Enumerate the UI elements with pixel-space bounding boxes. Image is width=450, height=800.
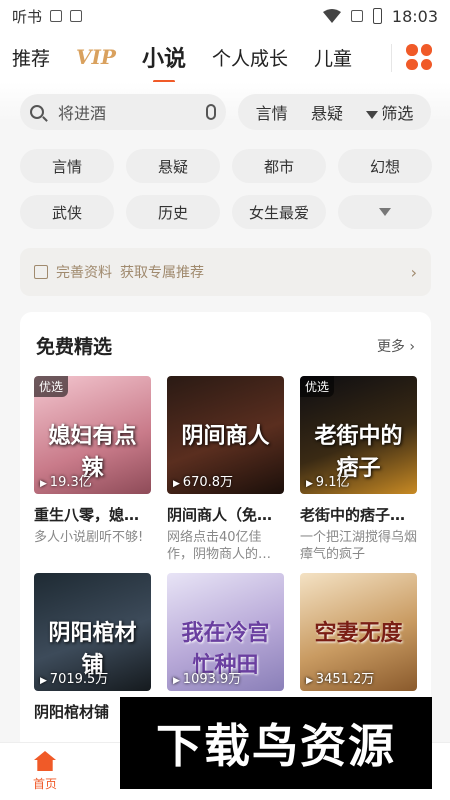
play-count: 9.1亿 xyxy=(306,471,350,490)
play-count: 19.3亿 xyxy=(40,471,92,490)
section-title: 免费精选 xyxy=(36,336,113,358)
more-link[interactable]: 更多 › xyxy=(377,336,415,356)
genre-chips: 言情 悬疑 都市 幻想 武侠 历史 女生最爱 xyxy=(20,149,432,229)
book-description: 网络点击40亿佳作，阴物商人的… xyxy=(167,530,272,562)
book-description: 一个把江湖搅得乌烟瘴气的疯子 xyxy=(300,530,417,562)
tab-vip[interactable]: VIP xyxy=(76,45,116,69)
play-count: 3451.2万 xyxy=(306,668,375,687)
cover-title: 阴间商人 xyxy=(181,423,270,449)
shield-icon xyxy=(50,10,63,22)
nav-home[interactable]: 首页 xyxy=(10,751,80,792)
tab-recommend[interactable]: 推荐 xyxy=(12,44,50,71)
category-grid-icon[interactable] xyxy=(406,44,432,70)
home-icon xyxy=(34,751,56,771)
no-sim-icon xyxy=(350,10,363,22)
complete-profile-banner[interactable]: 完善资料 获取专属推荐 › xyxy=(20,248,431,296)
book-title: 阴间商人（免… xyxy=(167,506,273,524)
cover-title: 空妻无度 xyxy=(314,620,403,646)
search-input[interactable]: 将进酒 xyxy=(20,94,226,130)
play-count: 670.8万 xyxy=(173,471,233,490)
genre-chip[interactable]: 武侠 xyxy=(20,195,114,229)
book-cover[interactable]: 优选 老街中的痞子 9.1亿 xyxy=(300,376,417,494)
funnel-icon xyxy=(366,110,379,119)
filter-suspense[interactable]: 悬疑 xyxy=(311,100,343,124)
book-description: 多人小说剧听不够! xyxy=(34,530,144,545)
genre-chip[interactable]: 幻想 xyxy=(338,149,432,183)
nav-home-label: 首页 xyxy=(32,777,57,791)
search-icon xyxy=(30,105,44,119)
search-placeholder: 将进酒 xyxy=(58,104,107,123)
book-cover[interactable]: 优选 媳妇有点辣 19.3亿 xyxy=(34,376,151,494)
book-cover[interactable]: 空妻无度 3451.2万 xyxy=(300,573,417,691)
tabs-divider xyxy=(391,44,392,72)
microphone-icon[interactable] xyxy=(206,104,216,120)
chevron-right-icon: › xyxy=(410,262,417,282)
book-cover[interactable]: 阴间商人 670.8万 xyxy=(167,376,284,494)
status-bar: 听书 18:03 xyxy=(0,0,450,32)
filter-romance[interactable]: 言情 xyxy=(256,100,288,124)
filter-label: 筛选 xyxy=(381,104,414,123)
genre-chip[interactable]: 女生最爱 xyxy=(232,195,326,229)
watermark-overlay: 下载鸟资源 xyxy=(120,697,432,789)
book-grid: 优选 媳妇有点辣 19.3亿 重生八零，媳… 多人小说剧听不够! 阴间商人 67… xyxy=(34,376,417,722)
book-cover[interactable]: 我在冷宫忙种田 1093.9万 xyxy=(167,573,284,691)
filter-button[interactable]: 筛选 xyxy=(366,100,413,124)
genre-chip[interactable]: 言情 xyxy=(20,149,114,183)
wifi-icon xyxy=(322,9,341,23)
featured-badge: 优选 xyxy=(34,376,69,397)
chevron-down-icon xyxy=(379,208,391,216)
filter-bar: 言情 悬疑 筛选 xyxy=(238,94,431,130)
genre-chip[interactable]: 历史 xyxy=(126,195,220,229)
book-item[interactable]: 优选 媳妇有点辣 19.3亿 重生八零，媳… 多人小说剧听不够! xyxy=(34,376,151,563)
book-item[interactable]: 阴间商人 670.8万 阴间商人（免… 网络点击40亿佳作，阴物商人的… xyxy=(167,376,284,563)
tab-novel[interactable]: 小说 xyxy=(142,41,186,73)
tab-children[interactable]: 儿童 xyxy=(314,44,352,71)
battery-icon xyxy=(372,8,382,24)
carrier-text: 听书 xyxy=(12,7,43,26)
genre-chip[interactable]: 都市 xyxy=(232,149,326,183)
book-item[interactable]: 优选 老街中的痞子 9.1亿 老街中的痞子… 一个把江湖搅得乌烟瘴气的疯子 xyxy=(300,376,417,563)
expand-genres-button[interactable] xyxy=(338,195,432,229)
tab-personal-growth[interactable]: 个人成长 xyxy=(212,44,288,71)
free-picks-section: 免费精选 更多 › 优选 媳妇有点辣 19.3亿 重生八零，媳… 多人小说剧听不… xyxy=(20,312,431,752)
top-tabs: 推荐 VIP 小说 个人成长 儿童 xyxy=(0,32,450,82)
book-title: 老街中的痞子… xyxy=(300,506,406,524)
play-count: 1093.9万 xyxy=(173,668,242,687)
featured-badge: 优选 xyxy=(300,376,335,397)
banner-text: 获取专属推荐 xyxy=(120,265,204,281)
font-icon xyxy=(70,10,83,22)
genre-chip[interactable]: 悬疑 xyxy=(126,149,220,183)
book-title: 重生八零，媳… xyxy=(34,506,140,524)
play-count: 7019.5万 xyxy=(40,668,109,687)
clock: 18:03 xyxy=(391,6,438,26)
edit-icon xyxy=(34,265,48,279)
banner-label: 完善资料 xyxy=(56,265,112,281)
book-cover[interactable]: 阴阳棺材铺 7019.5万 xyxy=(34,573,151,691)
